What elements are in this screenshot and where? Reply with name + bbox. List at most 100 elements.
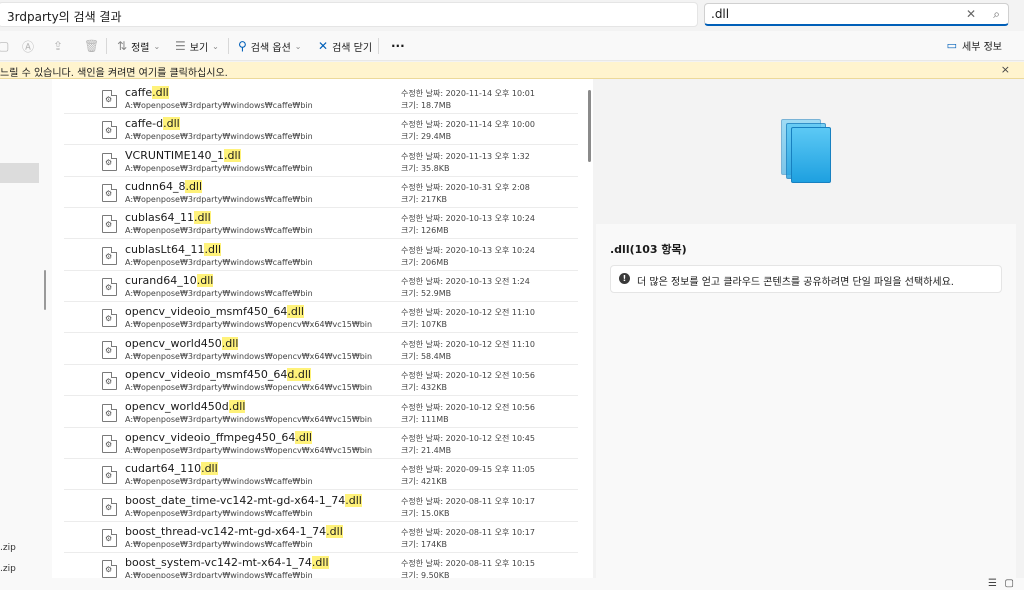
file-name: curand64_10.dll: [125, 274, 214, 288]
file-name-part: caffe: [125, 86, 153, 99]
view-icon: ☰: [175, 39, 186, 53]
search-options-button[interactable]: ⚲ 검색 옵션 ⌄: [238, 38, 301, 54]
sort-icon: ⇅: [117, 39, 128, 53]
file-size: 크기: 21.4MB: [401, 445, 452, 455]
file-size: 크기: 421KB: [401, 477, 447, 487]
file-name: opencv_videoio_ffmpeg450_64.dll: [125, 430, 312, 444]
file-name-part: VCRUNTIME140_1: [125, 148, 225, 162]
tiles-view-icon[interactable]: ▢: [1005, 578, 1014, 589]
file-row[interactable]: cudart64_110.dllA:₩openpose₩3rdparty₩win…: [64, 459, 578, 491]
file-size: 크기: 29.4MB: [401, 132, 452, 142]
dll-file-icon: [102, 372, 117, 391]
command-bar: ▢ Ⓐ ⇪ 🗑 ⇅ 정렬 ⌄ ☰ 보기 ⌄ ⚲ 검색 옵션 ⌄ ✕ 검색 닫기 …: [0, 31, 1024, 61]
file-modified-date: 수정한 날짜: 2020-10-13 오후 10:24: [401, 214, 535, 224]
file-size: 크기: 9.50KB: [401, 571, 450, 578]
file-row[interactable]: boost_thread-vc142-mt-gd-x64-1_74.dllA:₩…: [64, 522, 578, 553]
file-row[interactable]: boost_date_time-vc142-mt-gd-x64-1_74.dll…: [64, 491, 578, 522]
selected-nav-item[interactable]: [0, 163, 39, 183]
warning-text[interactable]: 느릴 수 있습니다. 색인을 켜려면 여기를 클릭하십시오.: [0, 68, 228, 79]
file-name-part: caffe-d: [125, 117, 164, 131]
file-name: cublas64_11.dll: [125, 211, 211, 225]
search-icon[interactable]: ⌕: [993, 7, 1000, 22]
dll-file-icon: [102, 246, 117, 265]
file-name: caffe.dll: [125, 86, 169, 99]
file-size: 크기: 432KB: [401, 383, 447, 393]
file-modified-date: 수정한 날짜: 2020-10-12 오전 10:45: [401, 433, 535, 443]
indexing-warning-bar[interactable]: 느릴 수 있습니다. 색인을 켜려면 여기를 클릭하십시오. ×: [0, 62, 1024, 79]
pane-splitter[interactable]: [40, 79, 52, 578]
details-pane-button[interactable]: ▭ 세부 정보: [947, 38, 1002, 53]
info-message: ! 더 많은 정보를 얻고 클라우드 콘텐츠를 공유하려면 단일 파일을 선택하…: [610, 265, 1002, 293]
file-row[interactable]: opencv_videoio_msmf450_64.dllA:₩openpose…: [64, 302, 578, 334]
file-modified-date: 수정한 날짜: 2020-11-13 오후 1:32: [401, 151, 530, 161]
share-button[interactable]: ⇪: [53, 38, 63, 54]
search-box[interactable]: .dll ✕ ⌕: [704, 3, 1009, 26]
file-row[interactable]: cublasLt64_11.dllA:₩openpose₩3rdparty₩wi…: [64, 240, 578, 271]
file-size: 크기: 58.4MB: [401, 351, 452, 361]
file-name: VCRUNTIME140_1.dll: [125, 148, 241, 162]
file-row[interactable]: opencv_videoio_msmf450_64d.dllA:₩openpos…: [64, 365, 578, 397]
file-name-part: cudart64_110: [125, 462, 202, 476]
file-row[interactable]: opencv_world450d.dllA:₩openpose₩3rdparty…: [64, 397, 578, 428]
file-name: opencv_videoio_msmf450_64.dll: [125, 305, 304, 319]
file-name-part: boost_date_time-vc142-mt-gd-x64-1_74: [125, 493, 346, 507]
file-row[interactable]: caffe.dll A:₩openpose₩3rdparty₩windows₩ca…: [64, 83, 578, 114]
file-row[interactable]: VCRUNTIME140_1.dllA:₩openpose₩3rdparty₩w…: [64, 146, 578, 177]
file-row[interactable]: boost_system-vc142-mt-x64-1_74.dllA:₩ope…: [64, 553, 578, 578]
view-button[interactable]: ☰ 보기 ⌄: [175, 38, 219, 54]
file-path: A:₩openpose₩3rdparty₩windows₩caffe₩bin: [125, 132, 313, 142]
search-match-highlight: .dll: [201, 462, 218, 476]
dll-file-icon: [102, 152, 117, 171]
search-match-highlight: .dll: [228, 399, 246, 413]
nav-item-zip[interactable]: .zip: [0, 564, 16, 574]
file-path: A:₩openpose₩3rdparty₩windows₩opencv₩x64₩…: [125, 383, 373, 393]
file-name: cudart64_110.dll: [125, 462, 218, 476]
file-name: opencv_videoio_msmf450_64d.dll: [125, 368, 311, 382]
info-text: 더 많은 정보를 얻고 클라우드 콘텐츠를 공유하려면 단일 파일을 선택하세요…: [637, 277, 954, 288]
toolbar-divider: [378, 38, 379, 54]
search-options-label: 검색 옵션: [250, 42, 291, 54]
chevron-down-icon: ⌄: [153, 41, 161, 51]
close-search-button[interactable]: ✕ 검색 닫기: [318, 38, 372, 54]
file-size: 크기: 206MB: [401, 257, 449, 267]
delete-button[interactable]: 🗑: [84, 38, 99, 54]
sort-button[interactable]: ⇅ 정렬 ⌄: [117, 38, 160, 54]
search-match-highlight: .dll: [287, 305, 304, 319]
nav-item-zip[interactable]: .zip: [0, 543, 16, 553]
rename-button[interactable]: Ⓐ: [22, 38, 34, 54]
results-scrollbar[interactable]: [588, 90, 591, 162]
file-row[interactable]: opencv_world450.dllA:₩openpose₩3rdparty₩…: [64, 334, 578, 365]
details-pane-icon: ▭: [946, 39, 958, 52]
file-stack-layer: [791, 127, 831, 183]
status-bar: ☰ ▢: [0, 578, 1024, 590]
file-row[interactable]: cudnn64_8.dllA:₩openpose₩3rdparty₩window…: [64, 177, 578, 209]
file-row[interactable]: cublas64_11.dllA:₩openpose₩3rdparty₩wind…: [64, 208, 578, 240]
more-options-button[interactable]: ···: [391, 38, 405, 54]
cut-button[interactable]: ▢: [0, 38, 9, 54]
file-name: opencv_world450.dll: [125, 336, 239, 350]
file-modified-date: 수정한 날짜: 2020-09-15 오후 11:05: [401, 465, 535, 475]
sort-label: 정렬: [131, 42, 150, 54]
search-match-highlight: .dll: [224, 148, 241, 162]
address-bar[interactable]: 3rdparty의 검색 결과: [0, 2, 698, 27]
details-view-icon[interactable]: ☰: [988, 578, 997, 589]
search-input[interactable]: .dll: [711, 7, 729, 21]
dll-file-icon: [102, 121, 117, 140]
file-row[interactable]: curand64_10.dllA:₩openpose₩3rdparty₩wind…: [64, 271, 578, 303]
file-path: A:₩openpose₩3rdparty₩windows₩caffe₩bin: [125, 289, 313, 299]
file-name-part: curand64_10: [125, 274, 197, 288]
file-row[interactable]: opencv_videoio_ffmpeg450_64.dllA:₩openpo…: [64, 428, 578, 459]
rename-icon: Ⓐ: [22, 39, 35, 54]
file-path: A:₩openpose₩3rdparty₩windows₩caffe₩bin: [125, 101, 313, 110]
view-label: 보기: [189, 42, 209, 54]
file-size: 크기: 217KB: [401, 195, 447, 205]
file-modified-date: 수정한 날짜: 2020-11-14 오후 10:01: [401, 89, 535, 98]
file-path: A:₩openpose₩3rdparty₩windows₩opencv₩x64₩…: [125, 414, 373, 424]
file-row[interactable]: caffe-d.dllA:₩openpose₩3rdparty₩windows₩…: [64, 114, 578, 146]
file-size: 크기: 111MB: [401, 414, 449, 424]
nav-scrollbar[interactable]: [44, 270, 46, 310]
clear-search-icon[interactable]: ✕: [966, 7, 976, 21]
search-match-highlight: .dll: [185, 180, 203, 194]
cut-icon: ▢: [0, 39, 10, 53]
close-icon[interactable]: ×: [1001, 63, 1010, 76]
